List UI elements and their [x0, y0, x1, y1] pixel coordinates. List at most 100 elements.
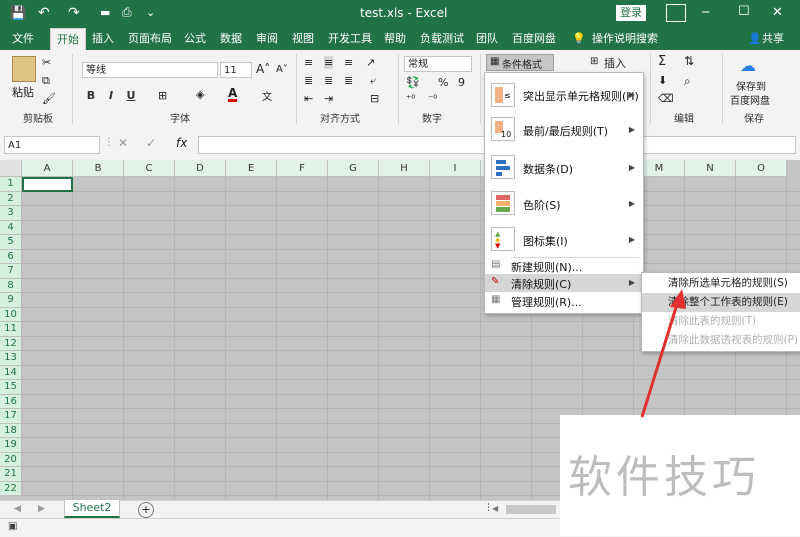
scroll-left-icon[interactable]: ◀ [14, 504, 21, 514]
customize-toolbar-icon[interactable]: ⌄ [146, 6, 155, 19]
copy-icon[interactable]: ⧉ [42, 74, 50, 88]
number-format-select[interactable]: 常规 [404, 56, 472, 72]
find-select-icon[interactable]: ⌕ [684, 74, 691, 89]
close-button[interactable]: ✕ [772, 5, 783, 20]
row-header[interactable]: 11 [0, 322, 22, 337]
tab-review[interactable]: 审阅 [256, 28, 278, 50]
row-header[interactable]: 1 [0, 177, 22, 192]
column-header[interactable]: D [175, 160, 226, 177]
tab-page-layout[interactable]: 页面布局 [128, 28, 172, 50]
save-to-baidu-line2[interactable]: 百度网盘 [730, 92, 770, 107]
font-size-select[interactable]: 11 [220, 62, 252, 78]
wrap-text-icon[interactable]: ⤶ [370, 74, 376, 88]
tab-developer[interactable]: 开发工具 [328, 28, 372, 50]
paste-button[interactable]: 粘贴 [12, 84, 34, 100]
cut-icon[interactable]: ✂ [42, 56, 51, 69]
menu-item-manage-rules[interactable]: ▦ 管理规则(R)... [485, 292, 643, 310]
borders-icon[interactable]: ⊞ [158, 89, 167, 102]
conditional-formatting-button[interactable]: ▦ 条件格式 [486, 54, 554, 71]
row-header[interactable]: 4 [0, 220, 22, 235]
tab-home[interactable]: 开始 [50, 28, 86, 51]
sort-filter-icon[interactable]: ⇅ [684, 54, 694, 68]
increase-font-icon[interactable]: A˄ [256, 62, 270, 76]
ribbon-display-options-icon[interactable] [666, 4, 686, 22]
scroll-right-icon[interactable]: ▶ [38, 504, 45, 514]
row-header[interactable]: 2 [0, 191, 22, 206]
tab-formulas[interactable]: 公式 [184, 28, 206, 50]
orientation-icon[interactable]: ↗ [366, 56, 375, 69]
tab-load-test[interactable]: 负载测试 [420, 28, 464, 50]
column-header[interactable]: E [226, 160, 277, 177]
row-header[interactable]: 18 [0, 423, 22, 438]
row-header[interactable]: 3 [0, 206, 22, 221]
cancel-formula-button[interactable]: ✕ [118, 136, 128, 150]
tab-team[interactable]: 团队 [476, 28, 498, 50]
insert-function-button[interactable]: fx [176, 136, 187, 150]
tab-insert[interactable]: 插入 [92, 28, 114, 50]
italic-button[interactable]: I [104, 88, 118, 104]
row-header[interactable]: 12 [0, 336, 22, 351]
column-header[interactable]: F [277, 160, 328, 177]
comma-button[interactable]: 9 [458, 76, 465, 89]
phonetic-icon[interactable]: 文 [262, 88, 272, 103]
hscroll-left-icon[interactable]: ◀ [492, 504, 498, 513]
align-top-icon[interactable]: ≡ [304, 56, 313, 69]
horizontal-scrollbar-thumb[interactable] [506, 505, 556, 514]
align-center-icon[interactable]: ≣ [324, 74, 333, 87]
macro-record-icon[interactable]: ▣ [8, 521, 17, 532]
menu-item-top-bottom-rules[interactable]: 10 最前/最后规则(T) ▶ [485, 113, 643, 147]
decrease-font-icon[interactable]: A˅ [276, 64, 288, 75]
menu-item-new-rule[interactable]: ▤ 新建规则(N)... [485, 257, 643, 275]
row-header[interactable]: 17 [0, 409, 22, 424]
menu-item-clear-rules[interactable]: ✎ 清除规则(C) ▶ [485, 274, 643, 292]
font-color-icon[interactable]: A [228, 87, 238, 102]
tab-help[interactable]: 帮助 [384, 28, 406, 50]
row-header[interactable]: 7 [0, 264, 22, 279]
column-header[interactable]: A [22, 160, 73, 177]
name-box[interactable]: A1 [4, 136, 100, 154]
row-header[interactable]: 19 [0, 438, 22, 453]
select-all-corner[interactable] [0, 160, 22, 177]
share-button[interactable]: 共享 [762, 28, 784, 50]
align-middle-icon[interactable]: ≡ [324, 56, 334, 69]
row-header[interactable]: 13 [0, 351, 22, 366]
menu-item-highlight-rules[interactable]: ≤ 突出显示单元格规则(H) ▶ [485, 79, 643, 111]
fill-icon[interactable]: ⬇ [658, 74, 667, 87]
row-header[interactable]: 14 [0, 365, 22, 380]
align-bottom-icon[interactable]: ≡ [344, 56, 353, 69]
autosum-icon[interactable]: Σ [658, 54, 666, 69]
row-header[interactable]: 10 [0, 307, 22, 322]
active-cell[interactable] [22, 177, 73, 192]
tab-data[interactable]: 数据 [220, 28, 242, 50]
restore-button[interactable]: ☐ [738, 4, 750, 19]
format-painter-icon[interactable]: 🖌 [42, 92, 56, 105]
row-header[interactable]: 6 [0, 249, 22, 264]
increase-indent-icon[interactable]: ⇥ [324, 92, 333, 105]
menu-item-icon-sets[interactable]: ▲ ◆ ▼ 图标集(I) ▶ [485, 223, 643, 257]
row-header[interactable]: 5 [0, 235, 22, 250]
tab-baidu-netdisk[interactable]: 百度网盘 [512, 28, 556, 50]
column-header[interactable]: C [124, 160, 175, 177]
decrease-indent-icon[interactable]: ⇤ [304, 92, 313, 105]
add-sheet-button[interactable]: + [138, 502, 154, 518]
tab-view[interactable]: 视图 [292, 28, 314, 50]
align-right-icon[interactable]: ≣ [344, 74, 353, 87]
tab-file[interactable]: 文件 [12, 28, 34, 50]
baidu-cloud-icon[interactable]: ☁ [740, 56, 756, 75]
print-preview-icon[interactable]: ⎙ [122, 5, 132, 20]
insert-cells-icon[interactable]: ⊞ [590, 56, 598, 67]
font-name-select[interactable]: 等线 [82, 62, 218, 78]
row-header[interactable]: 9 [0, 293, 22, 308]
column-header[interactable]: O [736, 160, 787, 177]
align-left-icon[interactable]: ≣ [304, 74, 313, 87]
row-header[interactable]: 21 [0, 467, 22, 482]
undo-icon[interactable]: ↶ [38, 5, 50, 21]
redo-icon[interactable]: ↷ [68, 5, 80, 21]
tell-me-search[interactable]: 操作说明搜索 [592, 28, 658, 50]
column-header[interactable]: B [73, 160, 124, 177]
column-header[interactable]: I [430, 160, 481, 177]
currency-icon[interactable]: 💱 [406, 76, 420, 89]
save-to-baidu-line1[interactable]: 保存到 [736, 78, 766, 93]
save-icon[interactable]: 💾 [10, 6, 26, 21]
menu-item-color-scales[interactable]: 色阶(S) ▶ [485, 187, 643, 221]
